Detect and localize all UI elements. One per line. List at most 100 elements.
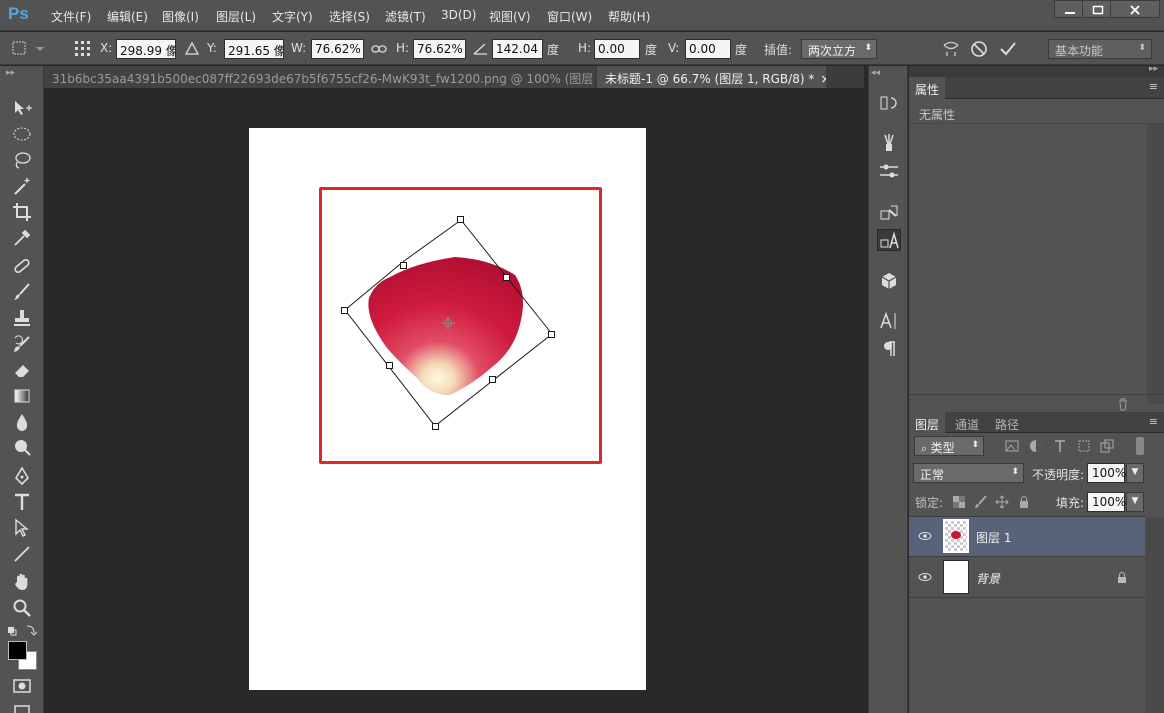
layer-filter-select[interactable]: ⌕ 类型 ⬍: [914, 436, 984, 456]
tab-close-icon[interactable]: ×: [820, 72, 826, 86]
layers-scrollbar[interactable]: [1145, 517, 1164, 713]
zoom-tool[interactable]: [12, 598, 34, 618]
filter-pixel-icon[interactable]: [1004, 438, 1020, 454]
opacity-dropdown-icon[interactable]: ▼: [1126, 463, 1144, 483]
properties-scrollbar[interactable]: [1147, 124, 1164, 404]
blur-tool[interactable]: [12, 412, 34, 432]
relative-position-icon[interactable]: [183, 40, 201, 58]
swap-colors-icons[interactable]: [7, 624, 38, 638]
lock-position-icon[interactable]: [995, 495, 1009, 509]
crop-tool[interactable]: [12, 202, 34, 222]
brush-panel-button[interactable]: [877, 132, 901, 154]
filter-toggle[interactable]: [1136, 437, 1144, 455]
foreground-color-swatch[interactable]: [8, 641, 27, 660]
fill-input[interactable]: 100%: [1087, 492, 1126, 512]
reference-point-icon[interactable]: [74, 40, 92, 58]
menu-select[interactable]: 选择(S): [329, 8, 370, 25]
commit-transform-icon[interactable]: [999, 40, 1017, 58]
tab-paths[interactable]: 路径: [989, 412, 1025, 434]
width-scale-input[interactable]: 76.62%: [311, 39, 364, 59]
lasso-tool[interactable]: [12, 150, 34, 170]
menu-view[interactable]: 视图(V): [489, 8, 531, 25]
clone-stamp-tool[interactable]: [12, 308, 34, 328]
hand-tool[interactable]: [12, 572, 34, 592]
lock-transparent-icon[interactable]: [952, 495, 966, 509]
paragraph-panel-button[interactable]: [877, 338, 901, 360]
history-panel-button[interactable]: [877, 92, 901, 114]
tab-channels[interactable]: 通道: [949, 412, 985, 434]
rotation-angle-input[interactable]: 142.04: [492, 39, 543, 59]
eyedropper-tool[interactable]: [12, 228, 34, 248]
canvas-area[interactable]: [45, 88, 868, 713]
3d-panel-button[interactable]: [877, 270, 901, 292]
lock-all-icon[interactable]: [1017, 495, 1031, 509]
elliptical-marquee-tool[interactable]: [12, 124, 34, 144]
menu-image[interactable]: 图像(I): [162, 8, 199, 25]
vertical-skew-input[interactable]: 0.00: [685, 39, 731, 59]
collapse-icon[interactable]: ◂◂: [871, 68, 880, 78]
menu-filter[interactable]: 滤镜(T): [385, 8, 426, 25]
tab-untitled-1[interactable]: 未标题-1 @ 66.7% (图层 1, RGB/8) * ×: [597, 66, 826, 88]
transform-tool-icon[interactable]: [10, 39, 46, 57]
menu-file[interactable]: 文件(F): [51, 8, 91, 25]
filter-type-icon[interactable]: [1052, 438, 1068, 454]
eraser-tool[interactable]: [12, 360, 34, 380]
menu-window[interactable]: 窗口(W): [547, 8, 592, 25]
horizontal-skew-input[interactable]: 0.00: [594, 39, 640, 59]
line-tool[interactable]: [12, 544, 34, 564]
close-button[interactable]: [1110, 0, 1160, 18]
brush-tool[interactable]: [12, 282, 34, 302]
link-icon[interactable]: [370, 40, 388, 58]
character-panel-button[interactable]: [877, 310, 901, 332]
dodge-tool[interactable]: [12, 438, 34, 458]
adjustments-panel-button[interactable]: [877, 160, 901, 182]
layer-name[interactable]: 背景: [976, 570, 1000, 587]
filter-smart-object-icon[interactable]: [1099, 438, 1115, 454]
layer-row-layer1[interactable]: 图层 1: [909, 517, 1145, 557]
menu-3d[interactable]: 3D(D): [441, 8, 476, 22]
healing-brush-tool[interactable]: [12, 256, 34, 276]
filter-shape-icon[interactable]: [1076, 438, 1092, 454]
fill-dropdown-icon[interactable]: ▼: [1126, 492, 1144, 512]
collapse-icon[interactable]: ▸▸: [6, 68, 15, 78]
x-position-input[interactable]: 298.99 像素: [116, 39, 176, 59]
eye-icon[interactable]: [918, 571, 932, 583]
character-styles-panel-button[interactable]: [877, 229, 901, 251]
blend-mode-select[interactable]: 正常 ⬍: [913, 463, 1024, 483]
cancel-transform-icon[interactable]: [970, 40, 988, 58]
eye-icon[interactable]: [918, 530, 932, 542]
path-selection-tool[interactable]: [12, 518, 34, 538]
menu-help[interactable]: 帮助(H): [608, 8, 650, 25]
screen-mode-button[interactable]: [12, 702, 34, 713]
menu-layer[interactable]: 图层(L): [216, 8, 256, 25]
panel-menu-icon[interactable]: ≡: [1149, 80, 1158, 93]
workspace-select[interactable]: 基本功能 ⬍: [1048, 39, 1152, 59]
clone-source-panel-button[interactable]: [877, 202, 901, 224]
layer-row-background[interactable]: 背景: [909, 558, 1145, 598]
panel-menu-icon[interactable]: ≡: [1149, 415, 1158, 428]
gradient-tool[interactable]: [12, 386, 34, 406]
tab-png-document[interactable]: 31b6bc35aa4391b500ec087ff22693de67b5f675…: [44, 66, 595, 88]
pen-tool[interactable]: [12, 466, 34, 486]
trash-icon[interactable]: [1116, 397, 1130, 411]
type-tool[interactable]: [12, 492, 34, 512]
lock-pixels-icon[interactable]: [974, 495, 988, 509]
menu-edit[interactable]: 编辑(E): [107, 8, 148, 25]
tab-properties[interactable]: 属性: [909, 77, 946, 99]
menu-type[interactable]: 文字(Y): [272, 8, 313, 25]
opacity-input[interactable]: 100%: [1087, 463, 1126, 483]
height-scale-input[interactable]: 76.62%: [413, 39, 466, 59]
tab-layers[interactable]: 图层: [909, 412, 946, 434]
y-position-input[interactable]: 291.65 像素: [224, 39, 284, 59]
history-brush-tool[interactable]: [12, 334, 34, 354]
interpolation-select[interactable]: 两次立方 ⬍: [801, 39, 877, 59]
collapse-icon[interactable]: ▸▸: [1149, 64, 1158, 74]
restore-button[interactable]: [1082, 0, 1112, 18]
magic-wand-tool[interactable]: [12, 176, 34, 196]
move-tool[interactable]: [12, 98, 34, 118]
layer-name[interactable]: 图层 1: [976, 529, 1011, 546]
filter-adjustment-icon[interactable]: [1028, 438, 1044, 454]
minimize-button[interactable]: [1054, 0, 1084, 18]
warp-icon[interactable]: [941, 40, 961, 58]
quick-mask-button[interactable]: [12, 676, 34, 696]
